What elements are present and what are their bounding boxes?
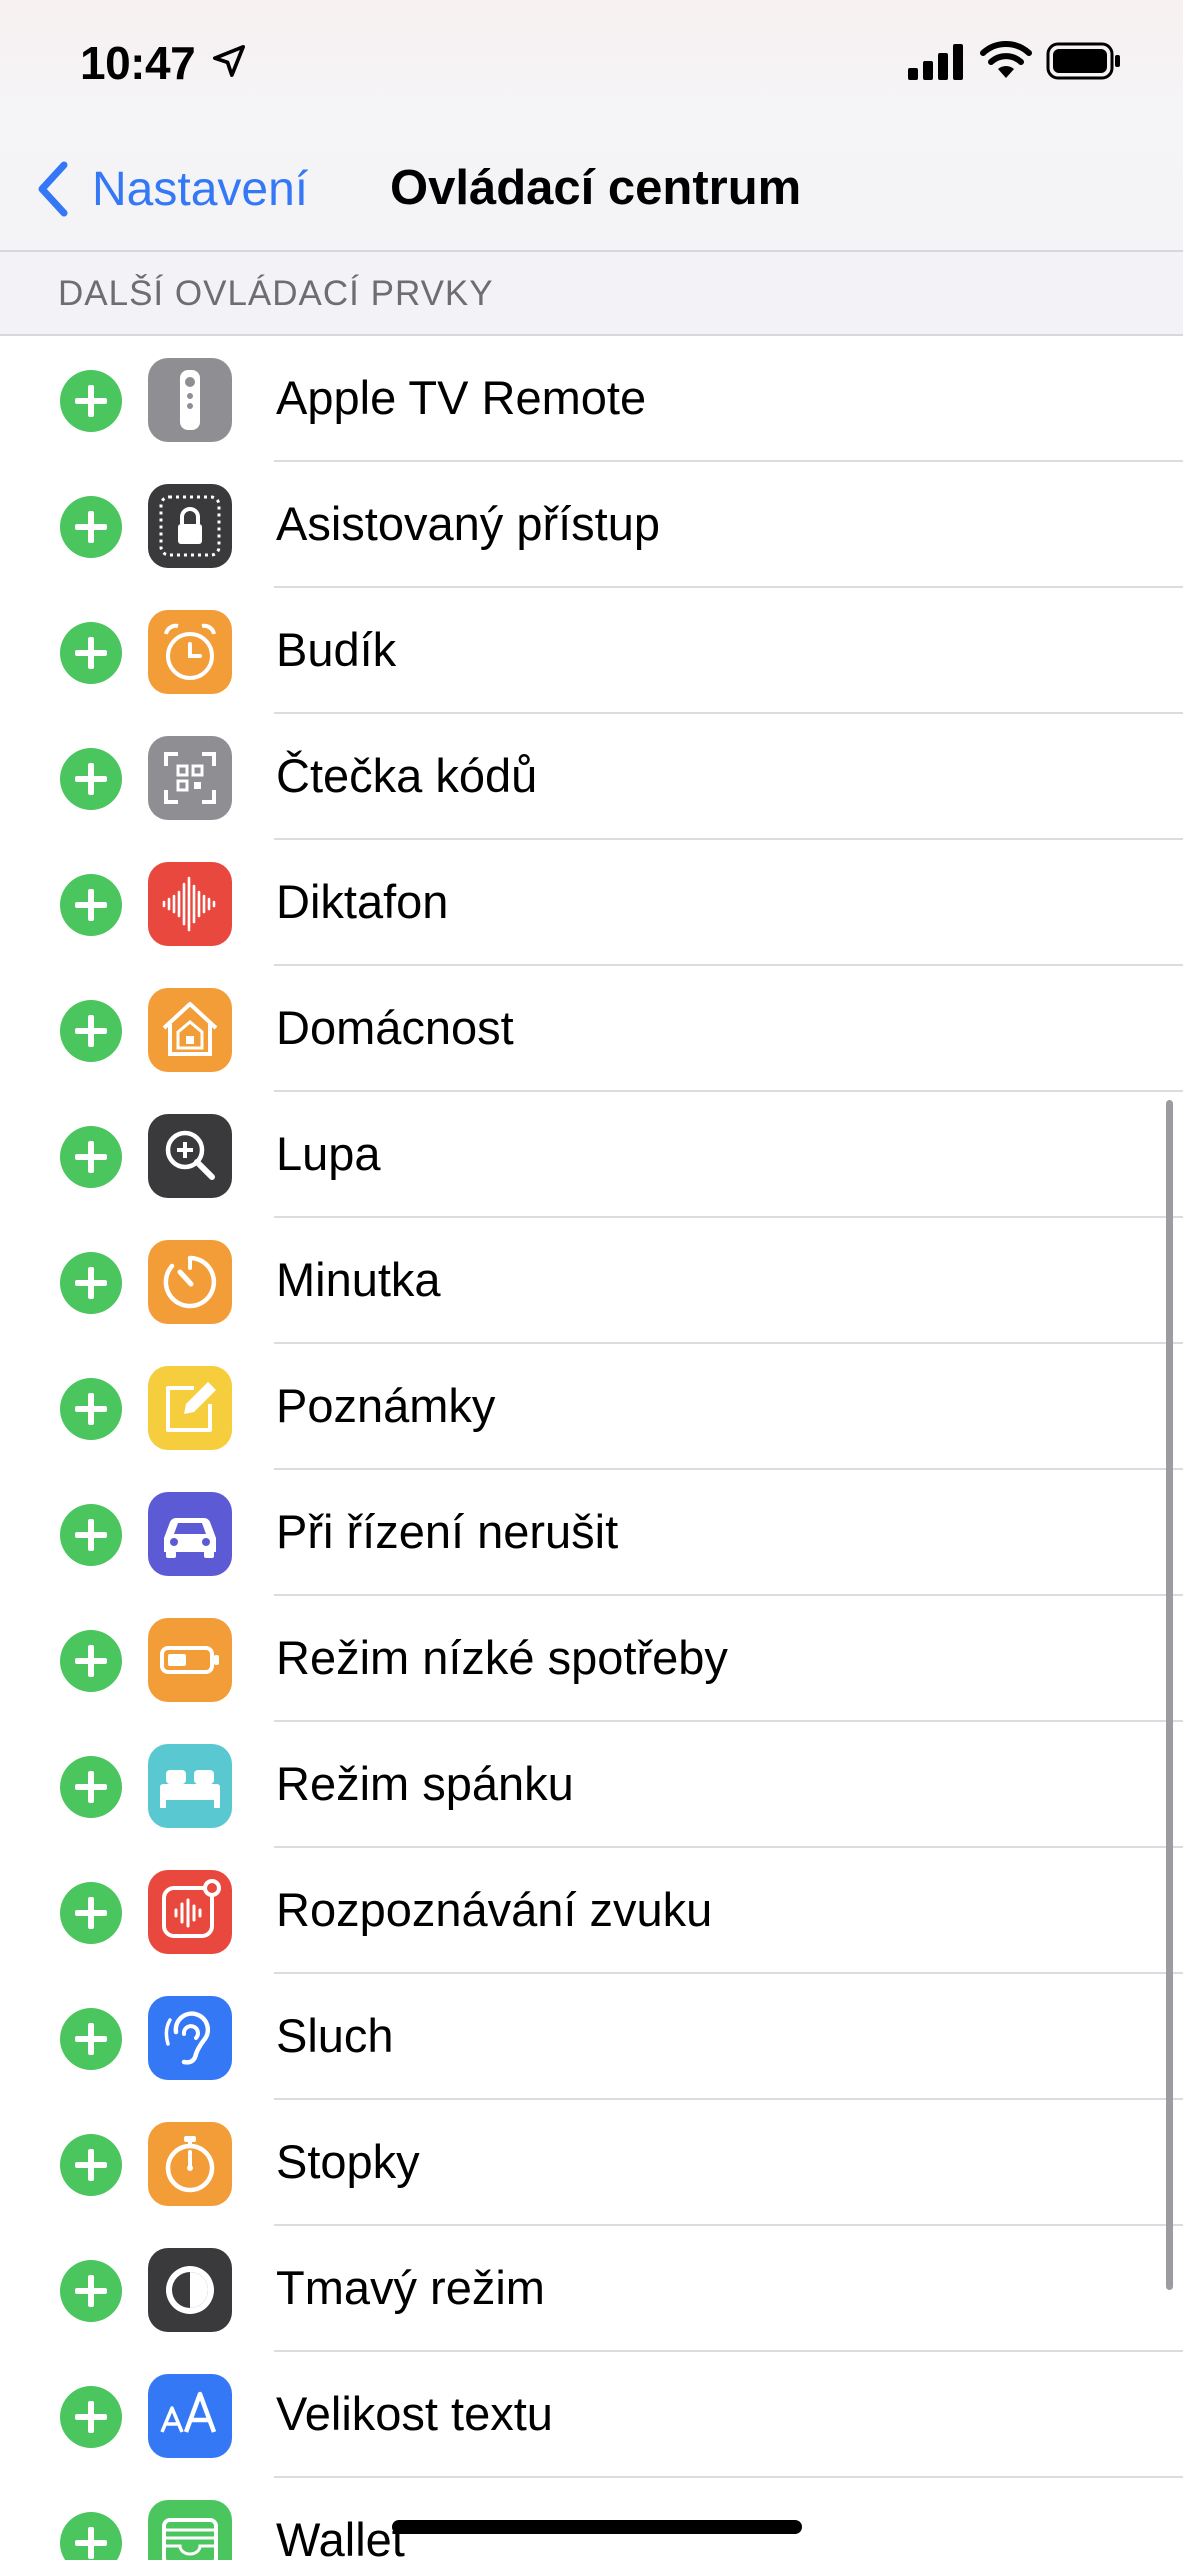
- magnifier-icon: [148, 1114, 232, 1198]
- add-button[interactable]: [60, 370, 122, 432]
- row-label: Apple TV Remote: [276, 371, 647, 424]
- add-button[interactable]: [60, 1126, 122, 1188]
- row-label: Režim nízké spotřeby: [276, 1631, 728, 1684]
- controls-list: Apple TV Remote Asistovaný přístup Budík…: [0, 336, 1183, 2560]
- cellular-signal-icon: [908, 44, 963, 80]
- row-label: Budík: [276, 623, 397, 676]
- list-item[interactable]: Sluch: [0, 1974, 1183, 2100]
- section-header: DALŠÍ OVLÁDACÍ PRVKY: [0, 252, 1183, 336]
- row-label: Poznámky: [276, 1379, 496, 1432]
- row-label: Čtečka kódů: [276, 749, 538, 802]
- list-item[interactable]: Režim spánku: [0, 1722, 1183, 1848]
- list-item[interactable]: Režim nízké spotřeby: [0, 1596, 1183, 1722]
- row-label: Lupa: [276, 1127, 381, 1180]
- row-label: Domácnost: [276, 1001, 514, 1054]
- dark-mode-icon: [148, 2248, 232, 2332]
- back-label: Nastavení: [92, 162, 309, 216]
- stopwatch-icon: [148, 2122, 232, 2206]
- list-item[interactable]: Diktafon: [0, 840, 1183, 966]
- row-label: Wallet: [276, 2513, 405, 2560]
- page-title: Ovládací centrum: [390, 161, 802, 215]
- wifi-icon: [980, 41, 1032, 78]
- alarm-icon: [148, 610, 232, 694]
- add-button[interactable]: [60, 2386, 122, 2448]
- add-button[interactable]: [60, 2134, 122, 2196]
- row-label: Diktafon: [276, 875, 449, 928]
- add-button[interactable]: [60, 2512, 122, 2560]
- list-item[interactable]: Asistovaný přístup: [0, 462, 1183, 588]
- row-label: Režim spánku: [276, 1757, 574, 1810]
- row-label: Velikost textu: [276, 2387, 553, 2440]
- voice-memos-icon: [148, 862, 232, 946]
- add-button[interactable]: [60, 1504, 122, 1566]
- list-item[interactable]: Velikost textu: [0, 2352, 1183, 2478]
- list-item[interactable]: Budík: [0, 588, 1183, 714]
- sound-recognition-icon: [148, 1870, 232, 1954]
- bed-icon: [148, 1744, 232, 1828]
- wallet-icon: [148, 2500, 232, 2560]
- row-label: Tmavý režim: [276, 2261, 545, 2314]
- list-item[interactable]: Při řízení nerušit: [0, 1470, 1183, 1596]
- add-button[interactable]: [60, 496, 122, 558]
- list-item[interactable]: Domácnost: [0, 966, 1183, 1092]
- list-item[interactable]: Čtečka kódů: [0, 714, 1183, 840]
- list-item[interactable]: Stopky: [0, 2100, 1183, 2226]
- text-size-icon: [148, 2374, 232, 2458]
- notes-icon: [148, 1366, 232, 1450]
- add-button[interactable]: [60, 1882, 122, 1944]
- top-bar: 10:47 Nastavení Ovládací centrum: [0, 0, 1183, 252]
- row-label: Sluch: [276, 2009, 394, 2062]
- add-button[interactable]: [60, 874, 122, 936]
- add-button[interactable]: [60, 1630, 122, 1692]
- battery-icon: [1046, 42, 1120, 80]
- add-button[interactable]: [60, 1378, 122, 1440]
- list-item[interactable]: Tmavý režim: [0, 2226, 1183, 2352]
- scrollbar[interactable]: [1166, 1100, 1173, 2290]
- low-power-battery-icon: [148, 1618, 232, 1702]
- list-item[interactable]: Poznámky: [0, 1344, 1183, 1470]
- row-label: Minutka: [276, 1253, 441, 1306]
- code-scanner-icon: [148, 736, 232, 820]
- list-item[interactable]: Apple TV Remote: [0, 336, 1183, 462]
- row-label: Asistovaný přístup: [276, 497, 661, 550]
- chevron-left-icon: [38, 161, 68, 217]
- apple-tv-remote-icon: [148, 358, 232, 442]
- list-item[interactable]: Minutka: [0, 1218, 1183, 1344]
- status-time: 10:47: [80, 37, 196, 89]
- add-button[interactable]: [60, 1252, 122, 1314]
- ear-icon: [148, 1996, 232, 2080]
- list-item[interactable]: Lupa: [0, 1092, 1183, 1218]
- home-icon: [148, 988, 232, 1072]
- add-button[interactable]: [60, 622, 122, 684]
- add-button[interactable]: [60, 1000, 122, 1062]
- add-button[interactable]: [60, 2008, 122, 2070]
- home-indicator[interactable]: [392, 2520, 802, 2534]
- list-item[interactable]: Wallet: [0, 2478, 1183, 2560]
- add-button[interactable]: [60, 1756, 122, 1818]
- list-item[interactable]: Rozpoznávání zvuku: [0, 1848, 1183, 1974]
- car-icon: [148, 1492, 232, 1576]
- back-button[interactable]: Nastavení: [34, 152, 308, 226]
- add-button[interactable]: [60, 2260, 122, 2322]
- row-label: Stopky: [276, 2135, 420, 2188]
- timer-icon: [148, 1240, 232, 1324]
- section-label: DALŠÍ OVLÁDACÍ PRVKY: [58, 274, 494, 313]
- row-label: Při řízení nerušit: [276, 1505, 619, 1558]
- location-arrow-icon: [212, 44, 246, 78]
- row-label: Rozpoznávání zvuku: [276, 1883, 713, 1936]
- guided-access-icon: [148, 484, 232, 568]
- add-button[interactable]: [60, 748, 122, 810]
